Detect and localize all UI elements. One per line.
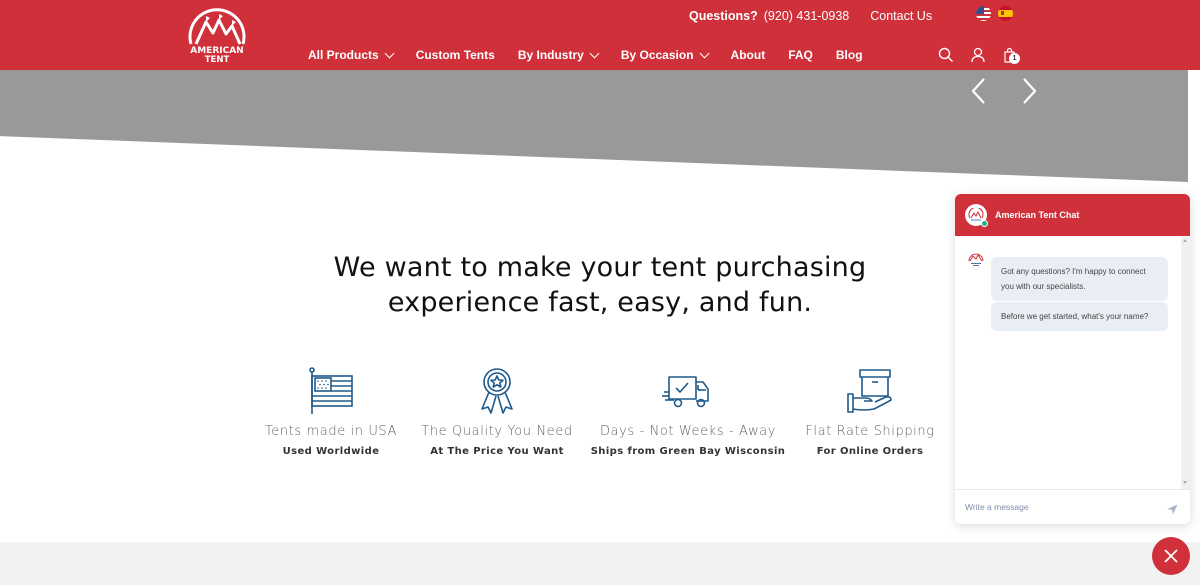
scroll-down-arrow-icon[interactable] bbox=[1183, 481, 1187, 484]
nav-label: Custom Tents bbox=[415, 48, 495, 62]
chevron-down-icon bbox=[589, 48, 600, 58]
nav-label: FAQ bbox=[788, 48, 813, 62]
chevron-down-icon bbox=[384, 48, 395, 58]
delivery-truck-icon bbox=[662, 366, 714, 416]
chat-close-button[interactable] bbox=[1152, 537, 1190, 575]
nav-about[interactable]: About bbox=[731, 48, 766, 62]
feature-subtitle: Ships from Green Bay Wisconsin bbox=[590, 446, 786, 457]
chat-input-bar bbox=[955, 489, 1190, 524]
spain-flag-icon[interactable] bbox=[998, 6, 1013, 21]
nav-custom-tents[interactable]: Custom Tents bbox=[416, 48, 495, 62]
chat-message: Got any questions? I'm happy to connect … bbox=[991, 257, 1168, 301]
chat-avatar bbox=[965, 204, 988, 227]
feature-title: Flat Rate Shipping bbox=[805, 424, 935, 439]
headline-line-1: We want to make your tent purchasing bbox=[333, 252, 867, 283]
chat-widget: American Tent Chat Got any questions? I'… bbox=[955, 194, 1190, 524]
cart-icon[interactable]: 1 bbox=[1002, 47, 1020, 64]
nav-faq[interactable]: FAQ bbox=[788, 48, 813, 62]
chat-message: Before we get started, what's your name? bbox=[991, 302, 1168, 331]
chat-message-input[interactable] bbox=[965, 502, 1155, 512]
cart-count-badge: 1 bbox=[1009, 53, 1020, 64]
logo-text-line2: TENT bbox=[205, 55, 230, 64]
send-icon bbox=[1167, 504, 1178, 515]
nav-blog[interactable]: Blog bbox=[836, 48, 863, 62]
hero-banner bbox=[0, 70, 1188, 182]
feature-subtitle: At The Price You Want bbox=[430, 446, 564, 457]
nav-label: All Products bbox=[308, 48, 379, 62]
nav-label: Blog bbox=[835, 48, 863, 62]
feature-item: Flat Rate Shipping For Online Orders bbox=[770, 366, 970, 457]
header-actions: 1 bbox=[938, 47, 1020, 64]
site-header: AMERICAN TENT Questions? (920) 431-0938 … bbox=[0, 0, 1200, 70]
slider-prev-button[interactable] bbox=[967, 78, 991, 104]
feature-title: Days - Not Weeks - Away bbox=[599, 424, 777, 439]
chat-messages: Got any questions? I'm happy to connect … bbox=[955, 236, 1190, 489]
top-contact-bar: Questions? (920) 431-0938 Contact Us bbox=[689, 8, 932, 24]
search-icon[interactable] bbox=[938, 47, 954, 63]
language-switcher bbox=[976, 6, 1013, 21]
us-flag-icon[interactable] bbox=[976, 6, 991, 21]
nav-label: About bbox=[730, 48, 766, 62]
feature-item: The Quality You Need At The Price You Wa… bbox=[397, 366, 597, 457]
nav-by-occasion[interactable]: By Occasion bbox=[620, 48, 709, 62]
feature-item: Days - Not Weeks - Away Ships from Green… bbox=[588, 366, 788, 457]
feature-subtitle: For Online Orders bbox=[816, 446, 924, 457]
slider-next-button[interactable] bbox=[1017, 78, 1041, 104]
chevron-right-icon bbox=[1023, 78, 1037, 104]
tent-logo-icon: AMERICAN TENT bbox=[188, 8, 246, 64]
chat-scrollbar[interactable] bbox=[1181, 236, 1190, 489]
close-icon bbox=[1164, 549, 1178, 563]
contact-us-link[interactable]: Contact Us bbox=[870, 9, 932, 23]
chevron-left-icon bbox=[971, 78, 985, 104]
bot-avatar-icon bbox=[967, 251, 985, 267]
page-headline: We want to make your tent purchasing exp… bbox=[250, 250, 950, 320]
award-ribbon-icon bbox=[471, 366, 523, 416]
nav-label: By Occasion bbox=[620, 48, 694, 62]
chat-header: American Tent Chat bbox=[955, 194, 1190, 236]
box-in-hand-icon bbox=[844, 366, 896, 416]
user-icon[interactable] bbox=[970, 47, 986, 63]
chevron-down-icon bbox=[699, 48, 709, 58]
questions-label: Questions? bbox=[689, 9, 758, 23]
nav-by-industry[interactable]: By Industry bbox=[517, 48, 600, 62]
phone-number[interactable]: (920) 431-0938 bbox=[764, 9, 849, 23]
scroll-up-arrow-icon[interactable] bbox=[1183, 239, 1187, 242]
send-button[interactable] bbox=[1167, 502, 1178, 515]
main-nav: All Products Custom Tents By Industry By… bbox=[308, 48, 886, 62]
feature-title: The Quality You Need bbox=[421, 424, 573, 439]
american-tent-logo[interactable]: AMERICAN TENT bbox=[186, 6, 248, 64]
online-status-indicator bbox=[981, 220, 988, 227]
us-flag-icon bbox=[305, 366, 357, 416]
chat-title: American Tent Chat bbox=[995, 210, 1080, 220]
footer-band bbox=[0, 542, 1200, 585]
nav-all-products[interactable]: All Products bbox=[308, 48, 395, 62]
nav-label: By Industry bbox=[517, 48, 584, 62]
hero-edge bbox=[1188, 70, 1200, 182]
headline-line-2: experience fast, easy, and fun. bbox=[387, 287, 813, 318]
